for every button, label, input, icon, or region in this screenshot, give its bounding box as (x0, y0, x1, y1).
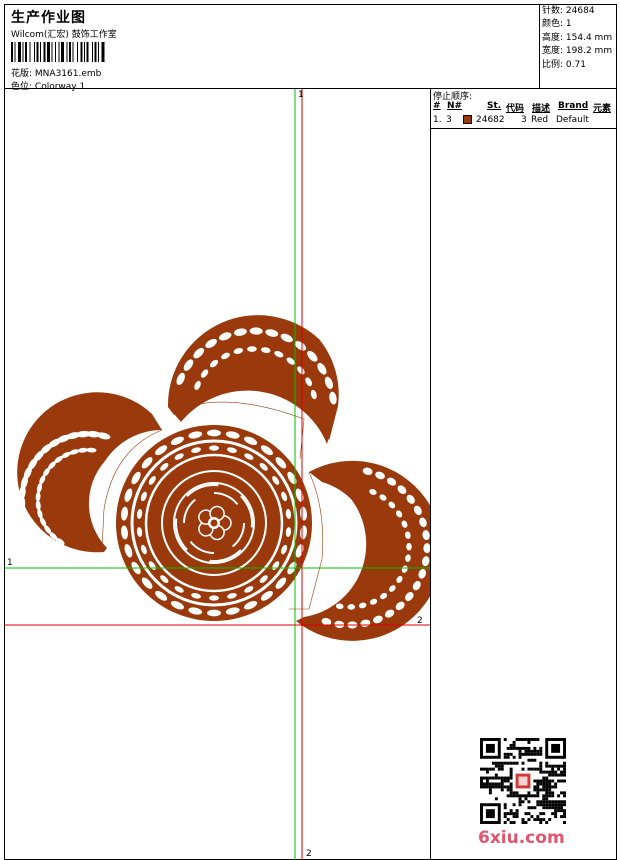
embroidery-design (17, 315, 430, 641)
col-hash: # (433, 101, 441, 111)
design-file: MNA3161.emb (34, 69, 102, 79)
watermark-logo: 6xiu.com (478, 828, 565, 848)
design-label: 花版: (11, 69, 33, 79)
barcode (11, 42, 105, 62)
stat-colors: 颜色: 1 (542, 19, 572, 30)
design-file-line: 花版: MNA3161.emb (11, 66, 101, 79)
stop-sequence-header: # N# St. 代码 描述 Brand 元素 (431, 101, 617, 114)
col-st: St. (487, 101, 502, 111)
stat-scale: 比例: 0.71 (542, 59, 586, 70)
table-row: 1. 3 24682 3 Red Default (431, 115, 617, 127)
row-stitches: 24682 (476, 115, 505, 125)
guide-label-v2: 2 (306, 849, 312, 859)
guide-label-v1: 1 (298, 90, 304, 100)
design-canvas: 1 1 2 2 (4, 89, 430, 860)
page-title: 生产作业图 (11, 10, 86, 26)
stop-sequence-divider (431, 128, 617, 129)
thread-color-swatch (463, 115, 472, 124)
qr-code (480, 738, 566, 824)
col-desc: 描述 (532, 104, 551, 114)
row-code: 3 (521, 115, 527, 125)
col-code: 代码 (506, 104, 525, 114)
stats-panel: 针数: 24684 颜色: 1 高度: 154.4 mm 宽度: 198.2 m… (539, 4, 617, 89)
col-brand: Brand (558, 101, 589, 111)
company-name: Wilcom(汇宏) 鼓饰工作室 (11, 30, 117, 40)
col-no: N# (447, 101, 463, 111)
guide-label-h2: 2 (417, 616, 423, 626)
row-desc: Red (531, 115, 549, 125)
guide-label-h1: 1 (7, 558, 13, 568)
stat-height: 高度: 154.4 mm (542, 32, 613, 43)
col-element: 元素 (593, 104, 612, 114)
header-panel: 生产作业图 Wilcom(汇宏) 鼓饰工作室 花版: MNA3161.emb 色… (4, 4, 617, 92)
row-index: 1. (433, 115, 442, 125)
row-no: 3 (446, 115, 452, 125)
row-brand: Default (556, 115, 589, 125)
stat-width: 宽度: 198.2 mm (542, 46, 613, 57)
stat-stitches: 针数: 24684 (542, 6, 595, 16)
